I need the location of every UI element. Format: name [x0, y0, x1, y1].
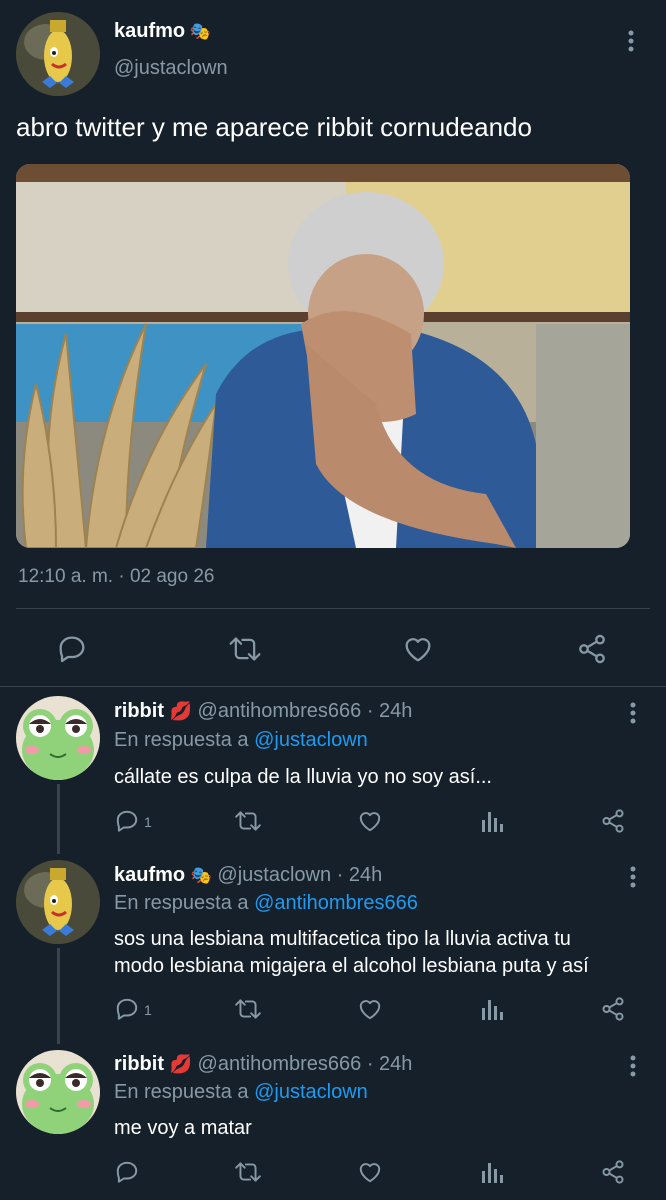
share-icon[interactable]	[600, 996, 626, 1022]
reply-context: En respuesta a @antihombres666	[114, 892, 418, 915]
divider	[16, 608, 650, 609]
retweet-icon[interactable]	[234, 1159, 262, 1185]
reply-author-handle[interactable]: @antihombres666	[198, 1053, 362, 1075]
reply-count: 1	[144, 814, 152, 830]
more-icon[interactable]	[628, 702, 638, 724]
reply-header: ribbit 💋 @antihombres666 · 24h	[114, 1053, 412, 1076]
reply-header: ribbit 💋 @antihombres666 · 24h	[114, 700, 412, 723]
retweet-icon[interactable]	[234, 808, 262, 834]
more-icon[interactable]	[628, 866, 638, 888]
reply-text-line-1: sos una lesbiana multifacetica tipo la l…	[114, 928, 571, 950]
photo-illustration	[16, 164, 630, 548]
masks-emoji: 🎭	[189, 22, 211, 41]
avatar-ribbit[interactable]	[16, 1050, 100, 1134]
reply-text-line-2: modo lesbiana migajera el alcohol lesbia…	[114, 955, 589, 977]
reply-icon[interactable]	[114, 808, 140, 834]
reply-author-name[interactable]: ribbit	[114, 1053, 164, 1075]
author-name-row: kaufmo 🎭	[114, 20, 211, 43]
reply-time: · 24h	[366, 1053, 413, 1075]
reply-count: 1	[144, 1002, 152, 1018]
kiss-emoji: 💋	[169, 1054, 192, 1074]
reply-time: · 24h	[336, 864, 383, 886]
reply-time: · 24h	[366, 700, 413, 722]
tweet-text: abro twitter y me aparece ribbit cornude…	[16, 112, 532, 142]
more-icon[interactable]	[628, 1055, 638, 1077]
avatar-kaufmo[interactable]	[16, 12, 100, 96]
reply-context-mention[interactable]: @antihombres666	[254, 892, 418, 914]
avatar-kaufmo[interactable]	[16, 860, 100, 944]
like-icon[interactable]	[357, 996, 383, 1022]
analytics-icon[interactable]	[480, 996, 504, 1022]
like-icon[interactable]	[402, 633, 434, 665]
tweet-image[interactable]	[16, 164, 630, 548]
like-icon[interactable]	[357, 808, 383, 834]
like-icon[interactable]	[357, 1159, 383, 1185]
reply-context-prefix: En respuesta a	[114, 892, 249, 914]
reply-context-mention[interactable]: @justaclown	[254, 1081, 368, 1103]
reply-author-handle[interactable]: @antihombres666	[198, 700, 362, 722]
reply-text: me voy a matar	[114, 1117, 252, 1139]
divider	[0, 686, 666, 687]
reply-header: kaufmo 🎭 @justaclown · 24h	[114, 864, 382, 887]
analytics-icon[interactable]	[480, 808, 504, 834]
retweet-icon[interactable]	[234, 996, 262, 1022]
reply-context-prefix: En respuesta a	[114, 1081, 249, 1103]
reply-author-name[interactable]: kaufmo	[114, 864, 185, 886]
share-icon[interactable]	[576, 633, 608, 665]
thread-line	[57, 784, 60, 854]
share-icon[interactable]	[600, 1159, 626, 1185]
reply-icon[interactable]	[56, 633, 88, 665]
author-name[interactable]: kaufmo	[114, 20, 185, 42]
reply-icon[interactable]	[114, 996, 140, 1022]
reply-context-prefix: En respuesta a	[114, 729, 249, 751]
author-handle[interactable]: @justaclown	[114, 57, 228, 80]
reply-text: cállate es culpa de la lluvia yo no soy …	[114, 766, 492, 788]
thread-line	[57, 948, 60, 1044]
share-icon[interactable]	[600, 808, 626, 834]
avatar-ribbit[interactable]	[16, 696, 100, 780]
kiss-emoji: 💋	[169, 701, 192, 721]
more-icon[interactable]	[626, 30, 636, 52]
tweet-timestamp[interactable]: 12:10 a. m. · 02 ago 26	[18, 566, 214, 588]
reply-author-name[interactable]: ribbit	[114, 700, 164, 722]
reply-icon[interactable]	[114, 1159, 140, 1185]
reply-context: En respuesta a @justaclown	[114, 729, 368, 752]
reply-author-handle[interactable]: @justaclown	[217, 864, 331, 886]
reply-context: En respuesta a @justaclown	[114, 1081, 368, 1104]
retweet-icon[interactable]	[228, 633, 262, 665]
analytics-icon[interactable]	[480, 1159, 504, 1185]
reply-context-mention[interactable]: @justaclown	[254, 729, 368, 751]
masks-emoji: 🎭	[190, 866, 212, 885]
